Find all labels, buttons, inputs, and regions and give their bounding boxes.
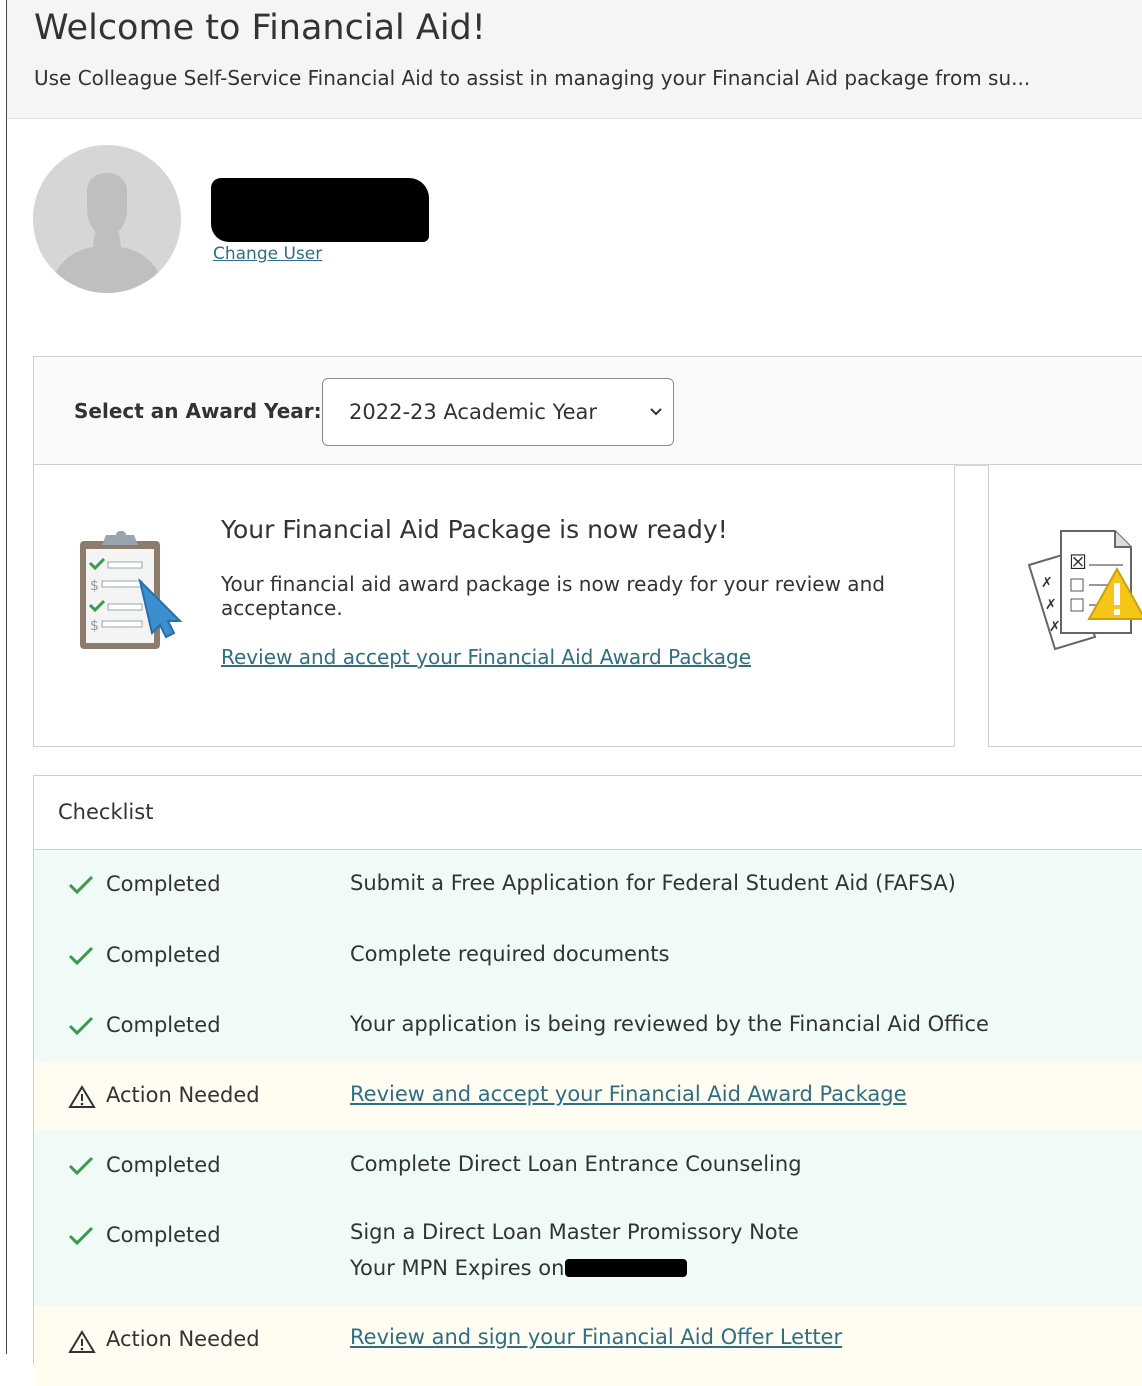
svg-text:✗: ✗	[1045, 597, 1057, 613]
check-icon	[68, 1226, 94, 1246]
user-avatar	[33, 145, 181, 293]
mpn-expiration-text: Your MPN Expires on	[350, 1256, 565, 1280]
chevron-down-icon	[650, 408, 662, 416]
checklist-row: Completed Complete required documents	[34, 921, 1142, 991]
checklist-row: Action Needed Review and accept your Fin…	[34, 1061, 1142, 1131]
check-icon	[68, 1156, 94, 1176]
checklist-row: Completed Submit a Free Application for …	[34, 850, 1142, 921]
award-year-panel: Select an Award Year: 2022-23 Academic Y…	[33, 356, 1142, 466]
user-silhouette-icon	[33, 145, 181, 293]
checklist-panel: Checklist Completed Submit a Free Applic…	[33, 775, 1142, 1386]
checklist-status: Completed	[106, 1153, 221, 1177]
svg-text:✗: ✗	[1041, 575, 1053, 591]
review-award-package-checklist-link[interactable]: Review and accept your Financial Aid Awa…	[350, 1082, 907, 1106]
checklist-text: Complete Direct Loan Entrance Counseling	[350, 1152, 802, 1176]
svg-text:✗: ✗	[1049, 619, 1061, 635]
redacted-mpn-date	[565, 1259, 687, 1277]
page-subtitle: Use Colleague Self-Service Financial Aid…	[34, 66, 1031, 90]
award-year-selected-value: 2022-23 Academic Year	[349, 400, 598, 424]
award-year-label: Select an Award Year:	[74, 399, 322, 423]
warning-triangle-icon	[68, 1085, 96, 1108]
checklist-status: Completed	[106, 943, 221, 967]
svg-text:$: $	[90, 578, 99, 594]
checklist-status: Action Needed	[106, 1083, 260, 1107]
page-title: Welcome to Financial Aid!	[34, 8, 486, 48]
package-ready-title: Your Financial Aid Package is now ready!	[221, 515, 728, 544]
checklist-row: Completed Your application is being revi…	[34, 991, 1142, 1061]
package-ready-card: $ $ Your Financial Aid Package is now re…	[33, 464, 955, 747]
checklist-text: Your application is being reviewed by th…	[350, 1012, 989, 1036]
clipboard-checklist-icon: $ $	[80, 531, 183, 649]
checklist-text: Submit a Free Application for Federal St…	[350, 871, 956, 895]
page-header: Welcome to Financial Aid! Use Colleague …	[7, 0, 1142, 119]
package-ready-description: Your financial aid award package is now …	[221, 572, 885, 620]
offer-letter-card: ✗ ✗ ✗ ☒	[988, 464, 1142, 747]
checklist-status: Action Needed	[106, 1327, 260, 1351]
documents-warning-icon: ✗ ✗ ✗ ☒	[1027, 530, 1142, 651]
checklist-status: Completed	[106, 872, 221, 896]
review-award-package-link[interactable]: Review and accept your Financial Aid Awa…	[221, 645, 751, 669]
svg-text:☒: ☒	[1069, 550, 1087, 574]
checklist-status: Completed	[106, 1223, 221, 1247]
check-icon	[68, 1016, 94, 1036]
warning-triangle-icon	[68, 1330, 96, 1353]
check-icon	[68, 875, 94, 895]
redacted-user-name	[211, 178, 429, 242]
change-user-link[interactable]: Change User	[213, 244, 322, 264]
checklist-text: Complete required documents	[350, 942, 670, 966]
check-icon	[68, 946, 94, 966]
left-border	[6, 0, 7, 1354]
checklist-status: Completed	[106, 1013, 221, 1037]
award-year-select[interactable]: 2022-23 Academic Year	[322, 378, 674, 446]
review-offer-letter-link[interactable]: Review and sign your Financial Aid Offer…	[350, 1325, 842, 1349]
checklist-row: Completed Sign a Direct Loan Master Prom…	[34, 1201, 1142, 1306]
checklist-text: Sign a Direct Loan Master Promissory Not…	[350, 1220, 799, 1244]
checklist-row: Action Needed Review and sign your Finan…	[34, 1306, 1142, 1386]
checklist-row: Completed Complete Direct Loan Entrance …	[34, 1131, 1142, 1201]
checklist-heading: Checklist	[34, 776, 1142, 850]
svg-text:$: $	[90, 618, 99, 634]
